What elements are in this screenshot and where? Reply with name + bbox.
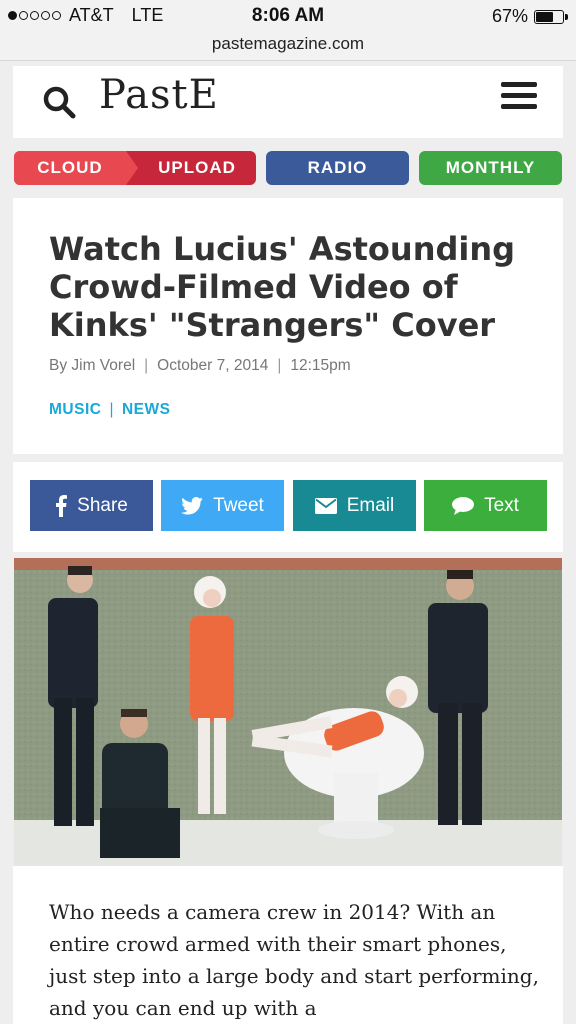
twitter-icon <box>181 496 203 515</box>
hamburger-menu-icon[interactable] <box>501 82 537 114</box>
article-body: Who needs a camera crew in 2014? With an… <box>13 866 563 1024</box>
article-headline: Watch Lucius' Astounding Crowd-Filmed Vi… <box>49 230 516 344</box>
separator: | <box>277 357 282 374</box>
address-bar[interactable]: pastemagazine.com <box>0 34 576 61</box>
speech-bubble-icon <box>452 496 475 515</box>
envelope-icon <box>314 497 337 514</box>
publish-time: 12:15pm <box>290 357 351 374</box>
tag-news[interactable]: NEWS <box>122 401 171 419</box>
text-label: Text <box>484 494 519 516</box>
clock: 8:06 AM <box>251 5 325 26</box>
email-share-button[interactable]: Email <box>293 480 416 531</box>
search-icon[interactable] <box>43 86 77 120</box>
upload-label: UPLOAD <box>158 158 236 177</box>
article-header: Watch Lucius' Astounding Crowd-Filmed Vi… <box>13 198 563 454</box>
site-header: PastE <box>13 66 563 138</box>
share-label: Share <box>77 494 128 516</box>
separator: | <box>144 357 149 374</box>
site-logo[interactable]: PastE <box>99 72 219 118</box>
tweet-label: Tweet <box>213 494 264 516</box>
cloud-label: CLOUD <box>14 151 126 185</box>
monthly-button[interactable]: MONTHLY <box>419 151 562 185</box>
arrow-icon <box>126 151 138 185</box>
tag-music[interactable]: MUSIC <box>49 401 101 419</box>
article-paragraph: Who needs a camera crew in 2014? With an… <box>49 900 539 1020</box>
status-bar: AT&T LTE 8:06 AM 67% <box>0 0 576 34</box>
twitter-share-button[interactable]: Tweet <box>161 480 284 531</box>
facebook-share-button[interactable]: Share <box>30 480 153 531</box>
separator: | <box>109 401 114 418</box>
article-photo <box>14 558 562 866</box>
text-share-button[interactable]: Text <box>424 480 547 531</box>
facebook-icon <box>56 494 68 517</box>
article-tags: MUSIC | NEWS <box>49 401 170 419</box>
battery-icon <box>534 9 568 24</box>
battery-status: 67% <box>491 6 568 27</box>
email-label: Email <box>346 494 395 516</box>
radio-button[interactable]: RADIO <box>266 151 409 185</box>
cloud-upload-button[interactable]: CLOUD UPLOAD <box>14 151 256 185</box>
share-bar: Share Tweet Email Text <box>13 462 563 552</box>
publish-date: October 7, 2014 <box>157 357 269 374</box>
battery-percent: 67% <box>491 6 528 26</box>
byline: By Jim Vorel | October 7, 2014 | 12:15pm <box>49 357 351 375</box>
author[interactable]: By Jim Vorel <box>49 357 135 375</box>
